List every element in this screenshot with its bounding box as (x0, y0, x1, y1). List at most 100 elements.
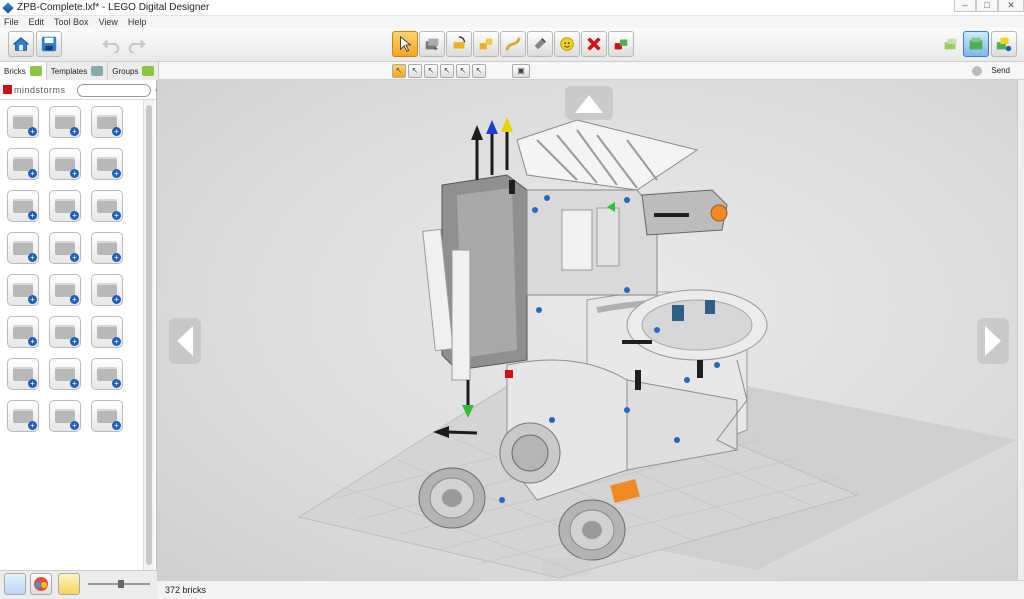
template-icon (91, 66, 104, 76)
hide-tool-button[interactable] (608, 31, 634, 57)
single-select-button[interactable]: ↖ (392, 64, 406, 78)
add-brick-icon: + (70, 127, 79, 136)
same-shape-select-button[interactable]: ↖ (440, 64, 454, 78)
flex-icon (505, 37, 521, 51)
home-button[interactable] (8, 31, 34, 57)
tab-groups[interactable]: Groups (108, 62, 160, 80)
menu-file[interactable]: File (4, 17, 19, 27)
palette-brick[interactable]: + (7, 190, 39, 222)
brick-palette: mindstorms + + + + + + + + + + + + + + + + + + + + + + + + (0, 80, 157, 599)
add-brick-icon: + (70, 421, 79, 430)
view-mode-icon (969, 37, 983, 50)
menu-edit[interactable]: Edit (29, 17, 45, 27)
add-brick-icon: + (112, 379, 121, 388)
decorate-tool-button[interactable] (554, 31, 580, 57)
delete-tool-button[interactable] (581, 31, 607, 57)
menu-view[interactable]: View (99, 17, 118, 27)
brick-count: 372 bricks (165, 585, 207, 595)
tab-templates[interactable]: Templates (46, 62, 109, 80)
select-tool-button[interactable] (392, 31, 418, 57)
tab-groups-label: Groups (112, 66, 139, 76)
hinge-icon (453, 36, 466, 49)
palette-footer (0, 570, 157, 599)
palette-brick[interactable]: + (91, 316, 123, 348)
filter-button[interactable] (58, 573, 80, 595)
build-mode-button[interactable] (938, 31, 964, 57)
palette-view-button[interactable] (4, 573, 26, 595)
menu-toolbox[interactable]: Tool Box (54, 17, 89, 27)
add-brick-icon: + (70, 211, 79, 220)
add-brick-icon: + (70, 295, 79, 304)
close-button[interactable]: ✕ (998, 0, 1024, 12)
send-button[interactable]: Send (991, 66, 1010, 75)
add-brick-icon: + (112, 127, 121, 136)
palette-brick[interactable]: + (7, 316, 39, 348)
same-color-select-button[interactable]: ↖ (424, 64, 438, 78)
palette-brick[interactable]: + (91, 232, 123, 264)
redo-button[interactable] (124, 31, 150, 57)
hinge-tool-button[interactable] (446, 31, 472, 57)
tab-bricks[interactable]: Bricks (0, 62, 47, 80)
connected-select-button[interactable]: ↖ (408, 64, 422, 78)
slider-knob[interactable] (118, 580, 124, 588)
view-mode-button[interactable] (963, 31, 989, 57)
palette-brick[interactable]: + (91, 106, 123, 138)
add-brick-icon: + (28, 379, 37, 388)
building-guide-button[interactable] (991, 31, 1017, 57)
group-icon (142, 66, 155, 76)
delete-icon (587, 37, 601, 51)
palette-brick[interactable]: + (49, 274, 81, 306)
palette-brick[interactable]: + (7, 232, 39, 264)
palette-brick[interactable]: + (91, 148, 123, 180)
flex-tool-button[interactable] (500, 31, 526, 57)
camera-up-button[interactable] (565, 86, 613, 120)
model-canvas[interactable] (157, 80, 1017, 580)
add-brick-icon: + (28, 127, 37, 136)
clone-tool-button[interactable]: + (419, 31, 445, 57)
hide-icon (614, 39, 628, 50)
camera-right-button[interactable] (977, 318, 1009, 364)
camera-down-button[interactable] (542, 558, 590, 576)
palette-brick[interactable]: + (49, 316, 81, 348)
front-right-wheel (558, 499, 626, 561)
add-brick-icon: + (28, 295, 37, 304)
add-brick-icon: + (28, 211, 37, 220)
palette-brick[interactable]: + (7, 106, 39, 138)
palette-brick[interactable]: + (49, 106, 81, 138)
palette-brick[interactable]: + (91, 400, 123, 432)
palette-brick[interactable]: + (91, 190, 123, 222)
palette-brick[interactable]: + (7, 400, 39, 432)
undo-button[interactable] (98, 31, 124, 57)
single-select-icon: ↖ (395, 66, 403, 75)
palette-brick[interactable]: + (49, 190, 81, 222)
palette-brick[interactable]: + (91, 274, 123, 306)
maximize-button[interactable]: □ (976, 0, 998, 12)
palette-brick[interactable]: + (49, 148, 81, 180)
palette-scroll-thumb[interactable] (146, 105, 152, 565)
add-brick-icon: + (112, 253, 121, 262)
hinge-align-icon (479, 38, 493, 50)
same-brick-select-button[interactable]: ↖ (456, 64, 470, 78)
hinge-align-tool-button[interactable] (473, 31, 499, 57)
3d-viewport[interactable] (157, 80, 1017, 580)
paint-tool-button[interactable] (527, 31, 553, 57)
zoom-slider[interactable] (88, 580, 150, 588)
color-palette-button[interactable] (30, 573, 52, 595)
save-button[interactable] (36, 31, 62, 57)
palette-brick[interactable]: + (49, 358, 81, 390)
minimize-button[interactable]: – (954, 0, 976, 12)
palette-brick[interactable]: + (49, 232, 81, 264)
palette-brick[interactable]: + (7, 358, 39, 390)
camera-left-button[interactable] (169, 318, 201, 364)
palette-scrollbar[interactable] (143, 100, 154, 570)
add-brick-icon: + (112, 295, 121, 304)
palette-brick[interactable]: + (49, 400, 81, 432)
palette-brick[interactable]: + (7, 148, 39, 180)
invert-select-button[interactable]: ↖ (472, 64, 486, 78)
palette-brick[interactable]: + (91, 358, 123, 390)
palette-search-input[interactable] (77, 84, 151, 97)
palette-brick[interactable]: + (7, 274, 39, 306)
menu-help[interactable]: Help (128, 17, 147, 27)
group-select-button[interactable]: ▣ (512, 64, 530, 78)
send-icon (972, 66, 982, 76)
